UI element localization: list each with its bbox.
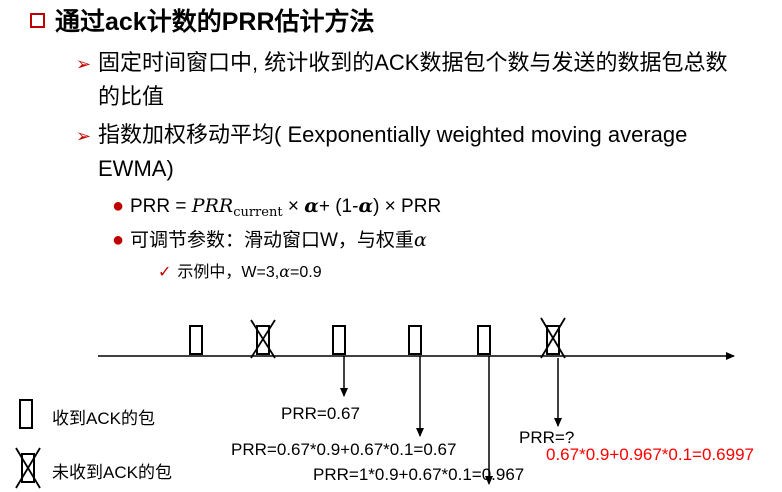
- legend-lost-label: 未收到ACK的包: [52, 463, 172, 482]
- legend-lost-icon: [15, 447, 41, 489]
- packet-received: [189, 325, 203, 355]
- packet-lost: [540, 317, 566, 359]
- legend-received-label: 收到ACK的包: [52, 409, 155, 428]
- packet-received: [332, 325, 346, 355]
- packet-received: [477, 325, 491, 355]
- packet-received: [408, 325, 422, 355]
- prr-annotation-4-value: 0.67*0.9+0.967*0.1=0.6997: [546, 445, 754, 464]
- prr-annotation-2: PRR=0.67*0.9+0.67*0.1=0.67: [231, 440, 457, 459]
- legend-received-icon: [19, 399, 33, 429]
- prr-annotation-3: PRR=1*0.9+0.67*0.1=0.967: [313, 465, 525, 484]
- prr-annotation-1: PRR=0.67: [281, 404, 360, 423]
- packet-lost: [250, 319, 276, 359]
